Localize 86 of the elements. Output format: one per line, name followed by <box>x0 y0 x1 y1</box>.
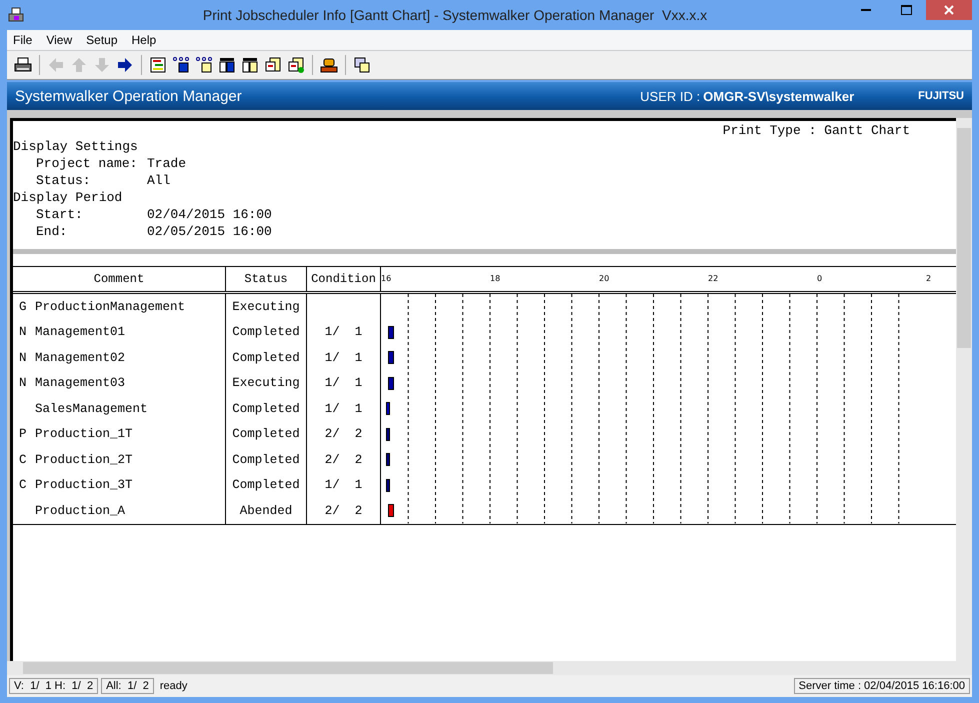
comment-cell: N Management03 <box>13 370 226 396</box>
down-arrow-icon <box>94 57 110 73</box>
time-tick: 18 <box>490 274 500 283</box>
print-type: Print Type : Gantt Chart <box>722 123 910 138</box>
comment-cell: SalesManagement <box>13 396 226 422</box>
comment-cell: N Management01 <box>13 320 226 345</box>
flow-icon <box>173 57 189 73</box>
comment-cell: N Management02 <box>13 345 226 370</box>
comment-cell: Production_A <box>13 498 226 524</box>
count-indicator: All: 1/ 2 <box>101 678 154 694</box>
toolbar-button[interactable] <box>194 55 214 75</box>
column-header: Status <box>226 267 307 291</box>
user-id-label: USER ID : <box>640 88 700 104</box>
status-cell: Completed <box>226 320 307 345</box>
maximize-icon <box>900 5 912 15</box>
vertical-scrollbar[interactable] <box>956 118 972 661</box>
status-cell: Executing <box>226 294 307 320</box>
setting-label: Status: <box>35 173 92 188</box>
table-icon <box>242 57 258 73</box>
toolbar-button[interactable] <box>171 55 191 75</box>
status-cell: Abended <box>226 498 307 524</box>
comment-cell: C Production_2T <box>13 447 226 472</box>
section-heading: Display Period <box>13 190 122 205</box>
up-arrow-icon <box>71 57 87 73</box>
toolbar-button[interactable] <box>352 55 372 75</box>
comment-cell: G ProductionManagement <box>13 294 226 320</box>
condition-cell: 1/ 1 <box>307 472 381 498</box>
position-indicator: V: 1/ 1 H: 1/ 2 <box>9 678 98 694</box>
user-id: OMGR-SV\systemwalker <box>703 88 854 104</box>
menu-item[interactable]: Help <box>126 33 164 47</box>
horizontal-scrollbar[interactable] <box>7 661 972 675</box>
product-name: Systemwalker Operation Manager <box>15 88 243 104</box>
toolbar-button[interactable] <box>286 55 306 75</box>
condition-cell: 1/ 1 <box>307 370 381 396</box>
document-icon <box>288 57 304 73</box>
comment-cell: C Production_3T <box>13 472 226 498</box>
time-tick: 22 <box>708 274 718 283</box>
printer-icon <box>14 57 32 73</box>
condition-cell: 1/ 1 <box>307 396 381 422</box>
toolbar-button[interactable] <box>115 55 135 75</box>
status-cell: Completed <box>226 345 307 370</box>
status-text: ready <box>158 680 188 692</box>
column-header: Comment <box>13 267 226 291</box>
printer-icon <box>8 7 24 23</box>
menu-item[interactable]: File <box>7 33 40 47</box>
table-icon <box>219 57 235 73</box>
section-heading: Display Settings <box>13 139 138 154</box>
setting-label: End: <box>35 224 68 239</box>
status-cell: Completed <box>226 447 307 472</box>
gantt-chart-icon <box>150 57 166 73</box>
left-arrow-icon <box>48 57 64 73</box>
right-arrow-icon <box>117 57 133 73</box>
toolbar-button[interactable] <box>217 55 237 75</box>
window-title: Print Jobscheduler Info [Gantt Chart] - Systemwalker Operation Manager Vxx.x.x <box>202 7 708 23</box>
setting-label: Start: <box>35 207 84 222</box>
server-time: Server time : 02/04/2015 16:16:00 <box>794 678 970 694</box>
condition-cell: 1/ 1 <box>307 345 381 370</box>
column-header: Condition <box>307 267 381 291</box>
time-tick: 16 <box>381 274 392 283</box>
menu-item[interactable]: Setup <box>80 33 126 47</box>
comment-cell: P Production_1T <box>13 422 226 447</box>
minimize-icon <box>861 9 871 11</box>
toolbar-button[interactable] <box>240 55 260 75</box>
condition-cell: 1/ 1 <box>307 320 381 345</box>
time-tick: 0 <box>817 274 822 283</box>
condition-cell: 2/ 2 <box>307 498 381 524</box>
setting-value: Trade <box>147 156 186 171</box>
toolbar-button[interactable] <box>148 55 168 75</box>
setting-value: 02/05/2015 16:00 <box>147 224 272 239</box>
document-icon <box>265 57 281 73</box>
setting-value: 02/04/2015 16:00 <box>147 207 272 222</box>
time-tick: 2 <box>926 274 932 283</box>
condition-cell: 2/ 2 <box>307 447 381 472</box>
menu-item[interactable]: View <box>40 33 80 47</box>
setting-label: Project name: <box>35 156 138 171</box>
status-cell: Executing <box>226 370 307 396</box>
flow-icon <box>196 57 212 73</box>
condition-cell: 2/ 2 <box>307 422 381 447</box>
close-icon <box>944 5 954 15</box>
status-cell: Completed <box>226 472 307 498</box>
close-button[interactable] <box>926 0 972 20</box>
setting-value: All <box>147 173 170 188</box>
status-cell: Completed <box>226 396 307 422</box>
status-cell: Completed <box>226 422 307 447</box>
time-tick: 20 <box>599 274 610 283</box>
logo: FUJITSU <box>918 90 964 102</box>
